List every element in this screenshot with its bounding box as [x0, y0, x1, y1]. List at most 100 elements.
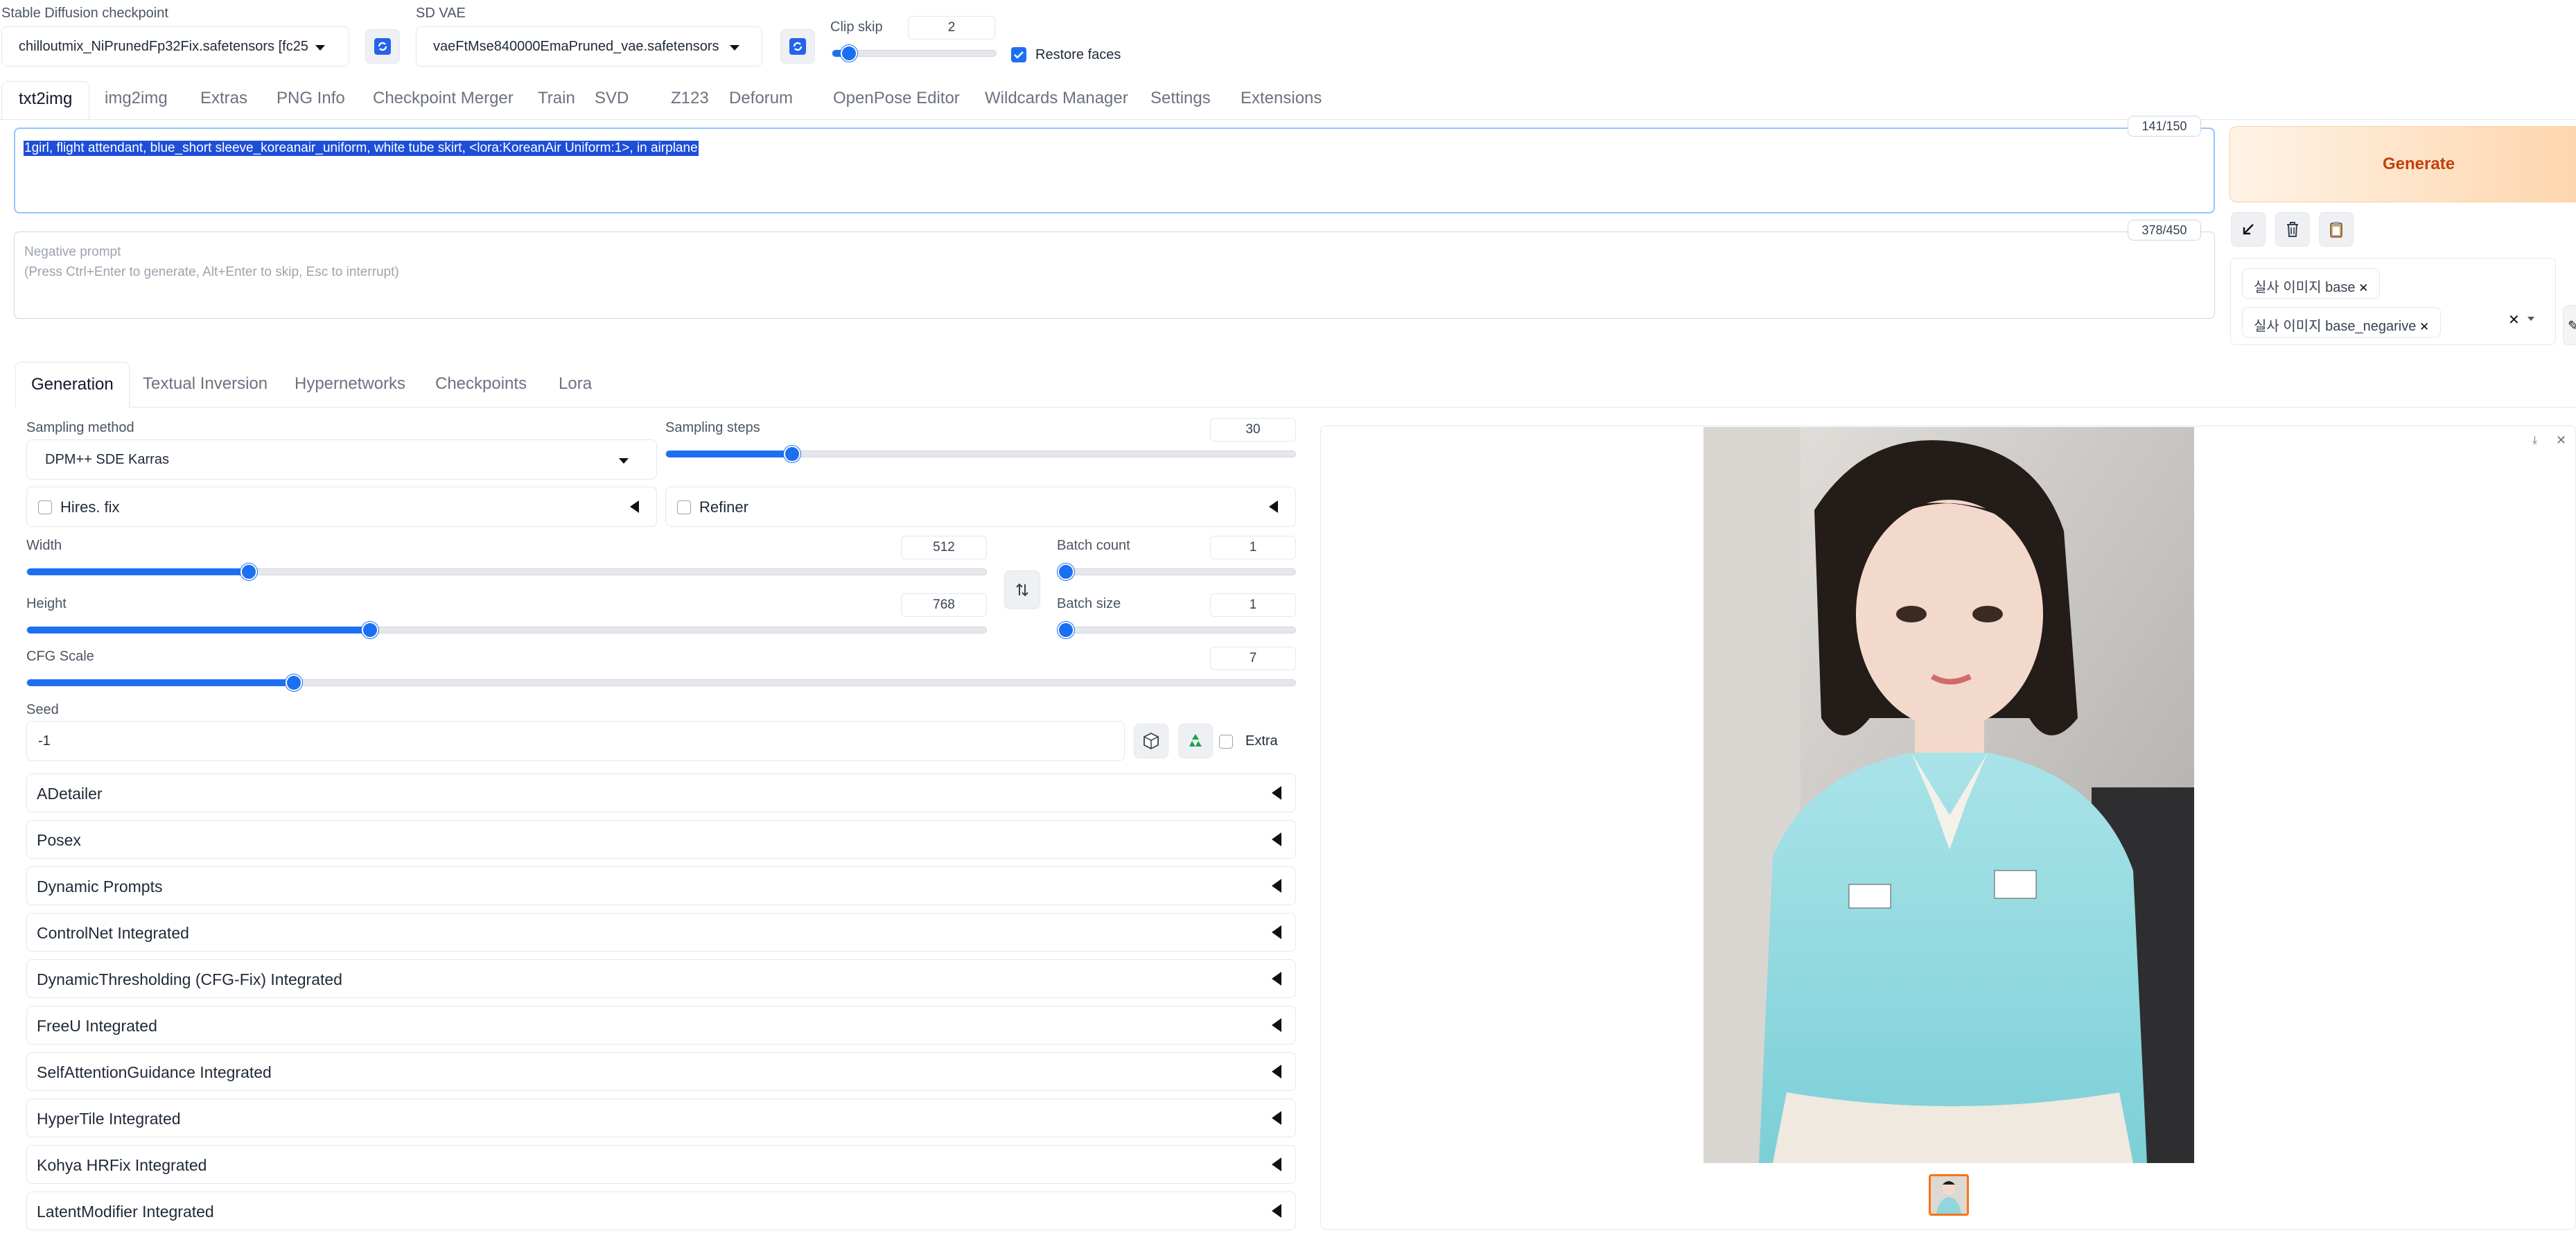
- tab-extensions[interactable]: Extensions: [1241, 89, 1322, 108]
- sampling-steps-thumb[interactable]: [784, 446, 800, 462]
- swap-dimensions-button[interactable]: [1004, 570, 1040, 609]
- height-thumb[interactable]: [362, 622, 378, 638]
- tab-train[interactable]: Train: [538, 89, 575, 108]
- tab-openpose-editor[interactable]: OpenPose Editor: [833, 89, 960, 108]
- accordion-hypertile-integrated[interactable]: HyperTile Integrated: [26, 1099, 1296, 1137]
- clip-skip-input[interactable]: 2: [908, 16, 995, 40]
- collapse-arrow-icon: [1272, 972, 1281, 986]
- swap-icon: [1016, 583, 1028, 597]
- accordion-dynamicthresholding-cfg-fix-integrated[interactable]: DynamicThresholding (CFG-Fix) Integrated: [26, 959, 1296, 998]
- clip-skip-slider[interactable]: [832, 45, 997, 62]
- cfg-scale-label: CFG Scale: [26, 649, 94, 664]
- random-seed-button[interactable]: [1134, 724, 1168, 758]
- height-input[interactable]: 768: [901, 593, 987, 617]
- style-chip[interactable]: 실사 이미지 base_negarive ✕: [2242, 307, 2442, 338]
- refiner-accordion[interactable]: Refiner: [665, 487, 1296, 527]
- prompt-text: 1girl, flight attendant, blue_short slee…: [24, 141, 699, 156]
- hires-fix-accordion[interactable]: Hires. fix: [26, 487, 657, 527]
- accordion-adetailer[interactable]: ADetailer: [26, 774, 1296, 812]
- recycle-icon: [1189, 734, 1202, 746]
- clip-skip-thumb[interactable]: [841, 45, 857, 62]
- negative-prompt-textarea[interactable]: Negative prompt (Press Ctrl+Enter to gen…: [14, 232, 2215, 319]
- sampling-method-dropdown[interactable]: DPM++ SDE Karras: [26, 439, 657, 480]
- clear-prompt-button[interactable]: [2275, 212, 2310, 247]
- hires-fix-checkbox[interactable]: [38, 500, 52, 514]
- batch-size-thumb[interactable]: [1058, 622, 1074, 638]
- subtab-textual-inversion[interactable]: Textual Inversion: [143, 374, 268, 394]
- generate-label: Generate: [2383, 155, 2455, 173]
- collapse-arrow-icon: [1272, 1018, 1281, 1032]
- width-thumb[interactable]: [240, 564, 257, 580]
- seed-input[interactable]: -1: [26, 721, 1125, 761]
- prompt-textarea[interactable]: 1girl, flight attendant, blue_short slee…: [14, 128, 2215, 213]
- collapse-arrow-icon: [1272, 832, 1281, 846]
- negative-placeholder-2: (Press Ctrl+Enter to generate, Alt+Enter…: [24, 265, 399, 279]
- width-input[interactable]: 512: [901, 536, 987, 559]
- batch-count-thumb[interactable]: [1058, 564, 1074, 580]
- accordion-latentmodifier-integrated[interactable]: LatentModifier Integrated: [26, 1191, 1296, 1230]
- chevron-down-icon[interactable]: [2527, 317, 2534, 321]
- tab-txt2img[interactable]: txt2img: [1, 81, 90, 119]
- download-icon[interactable]: ⤓: [2532, 435, 2537, 447]
- cfg-scale-fill: [27, 679, 294, 686]
- dice-icon: [1144, 732, 1159, 750]
- tab-svd[interactable]: SVD: [595, 89, 629, 108]
- generate-button[interactable]: Generate: [2229, 126, 2576, 202]
- restore-faces-checkbox[interactable]: [1011, 47, 1026, 62]
- extra-seed-checkbox[interactable]: [1219, 735, 1233, 749]
- batch-size-slider[interactable]: [1057, 622, 1296, 638]
- close-icon[interactable]: ✕: [2556, 433, 2566, 448]
- accordion-selfattentionguidance-integrated[interactable]: SelfAttentionGuidance Integrated: [26, 1052, 1296, 1091]
- subtab-checkpoints[interactable]: Checkpoints: [435, 374, 527, 394]
- restore-faces-label: Restore faces: [1035, 47, 1121, 62]
- height-label: Height: [26, 596, 67, 611]
- seed-value: -1: [38, 733, 51, 749]
- cfg-scale-slider[interactable]: [26, 674, 1296, 691]
- height-slider[interactable]: [26, 622, 987, 638]
- batch-size-input[interactable]: 1: [1210, 593, 1296, 617]
- subtab-lora[interactable]: Lora: [559, 374, 592, 394]
- subtab-generation[interactable]: Generation: [15, 362, 130, 409]
- refiner-checkbox[interactable]: [677, 500, 691, 514]
- vae-dropdown[interactable]: vaeFtMse840000EmaPruned_vae.safetensors: [416, 26, 762, 67]
- paste-prompt-button[interactable]: [2231, 212, 2266, 247]
- styles-selector[interactable]: 실사 이미지 base ✕ 실사 이미지 base_negarive ✕ ✕: [2230, 258, 2556, 345]
- collapse-arrow-icon: [1272, 1158, 1281, 1171]
- tab-extras[interactable]: Extras: [200, 89, 247, 108]
- width-slider[interactable]: [26, 564, 987, 580]
- tab-img2img[interactable]: img2img: [105, 89, 168, 108]
- refresh-vae-button[interactable]: [780, 29, 815, 64]
- batch-count-slider[interactable]: [1057, 564, 1296, 580]
- tab-png-info[interactable]: PNG Info: [277, 89, 345, 108]
- sampling-steps-input[interactable]: 30: [1210, 418, 1296, 442]
- tab-z123[interactable]: Z123: [671, 89, 709, 108]
- accordion-controlnet-integrated[interactable]: ControlNet Integrated: [26, 913, 1296, 952]
- remove-chip-icon[interactable]: ✕: [2355, 281, 2368, 295]
- checkpoint-dropdown[interactable]: chilloutmix_NiPrunedFp32Fix.safetensors …: [1, 26, 349, 67]
- apply-styles-button[interactable]: [2319, 212, 2354, 247]
- accordion-freeu-integrated[interactable]: FreeU Integrated: [26, 1006, 1296, 1045]
- cfg-scale-thumb[interactable]: [286, 674, 302, 691]
- refresh-checkpoint-button[interactable]: [365, 29, 400, 64]
- tab-settings[interactable]: Settings: [1150, 89, 1211, 108]
- batch-count-input[interactable]: 1: [1210, 536, 1296, 559]
- tab-deforum[interactable]: Deforum: [729, 89, 793, 108]
- accordion-kohya-hrfix-integrated[interactable]: Kohya HRFix Integrated: [26, 1145, 1296, 1184]
- tab-checkpoint-merger[interactable]: Checkpoint Merger: [373, 89, 514, 108]
- edit-styles-button[interactable]: ✎: [2563, 305, 2576, 345]
- clear-styles-icon[interactable]: ✕: [2508, 311, 2520, 329]
- cfg-scale-input[interactable]: 7: [1210, 647, 1296, 670]
- tab-wildcards-manager[interactable]: Wildcards Manager: [985, 89, 1128, 108]
- style-chip[interactable]: 실사 이미지 base ✕: [2242, 268, 2381, 299]
- accordion-posex[interactable]: Posex: [26, 820, 1296, 859]
- remove-chip-icon[interactable]: ✕: [2416, 320, 2429, 333]
- sampling-steps-slider[interactable]: [665, 446, 1296, 462]
- style-chip-label: 실사 이미지 base_negarive: [2254, 319, 2417, 334]
- accordion-dynamic-prompts[interactable]: Dynamic Prompts: [26, 866, 1296, 905]
- reuse-seed-button[interactable]: [1178, 724, 1213, 758]
- check-icon: [1014, 51, 1024, 59]
- subtab-hypernetworks[interactable]: Hypernetworks: [295, 374, 405, 394]
- generated-image[interactable]: [1703, 427, 2194, 1163]
- gallery-thumbnail[interactable]: [1929, 1174, 1969, 1216]
- accordion-title: ADetailer: [37, 785, 103, 803]
